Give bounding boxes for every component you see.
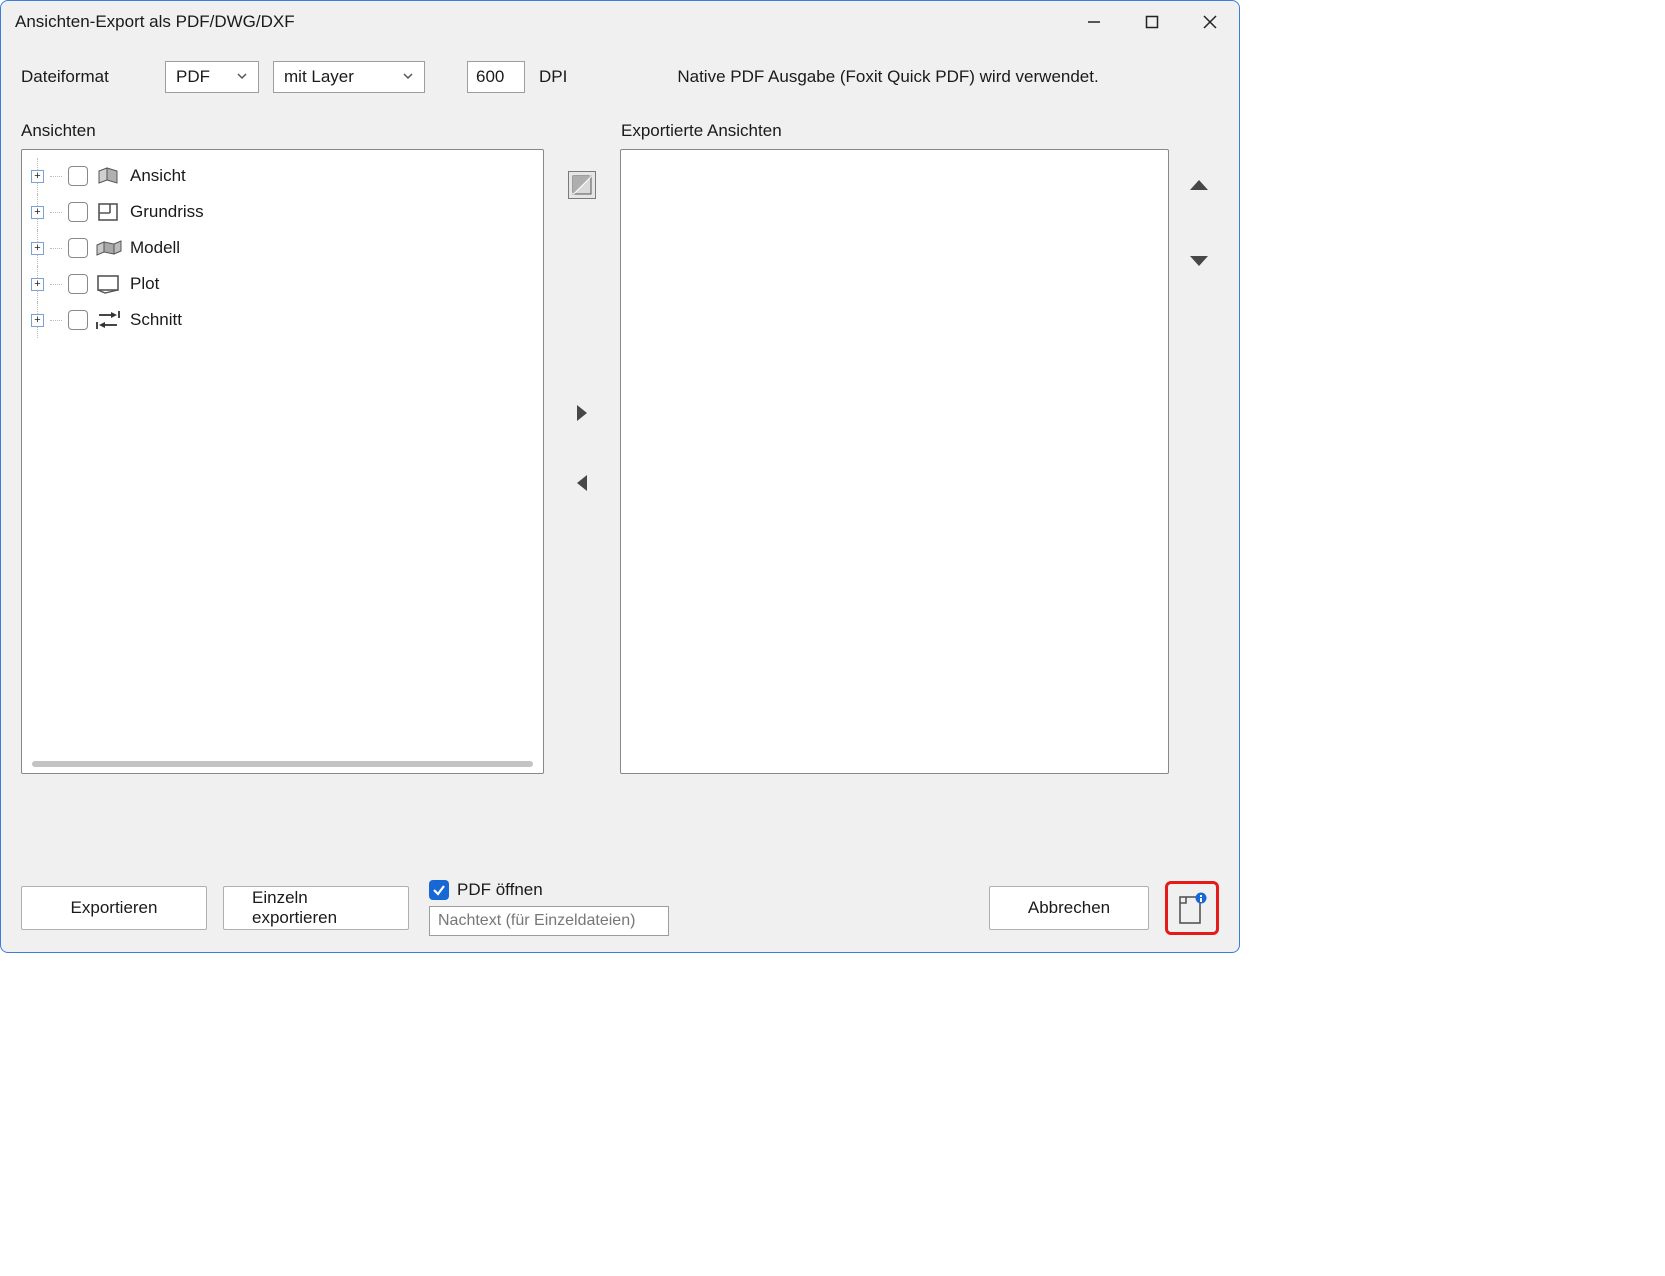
remove-from-export-button[interactable] — [568, 469, 596, 497]
model3d-icon — [94, 237, 124, 259]
layer-value: mit Layer — [284, 67, 354, 87]
dpi-label: DPI — [539, 67, 567, 87]
tree-checkbox[interactable] — [68, 166, 88, 186]
dpi-input[interactable]: 600 — [467, 61, 525, 93]
tree-node[interactable]: + Grundriss — [28, 194, 537, 230]
export-each-button-label: Einzeln exportieren — [252, 888, 380, 928]
views-tree[interactable]: + Ansicht + Grundriss + Modell + Plot + Schnitt — [21, 149, 544, 774]
reorder-column — [1179, 149, 1219, 774]
tree-checkbox[interactable] — [68, 202, 88, 222]
chevron-down-icon — [236, 67, 248, 87]
tree-node-label: Schnitt — [130, 310, 182, 330]
export-dialog: Ansichten-Export als PDF/DWG/DXF Dateifo… — [0, 0, 1240, 953]
file-format-label: Dateiformat — [21, 67, 151, 87]
tree-node[interactable]: + Plot — [28, 266, 537, 302]
expand-icon[interactable]: + — [31, 170, 44, 183]
exported-column — [620, 149, 1219, 774]
chevron-down-icon — [402, 67, 414, 87]
tree-node[interactable]: + Modell — [28, 230, 537, 266]
dpi-value: 600 — [476, 67, 504, 87]
expand-icon[interactable]: + — [31, 206, 44, 219]
tree-node[interactable]: + Schnitt — [28, 302, 537, 338]
options-button[interactable] — [568, 171, 596, 199]
views-header: Ansichten — [21, 121, 621, 141]
info-button[interactable] — [1172, 888, 1212, 928]
export-button[interactable]: Exportieren — [21, 886, 207, 930]
tree-checkbox[interactable] — [68, 238, 88, 258]
tree-node-label: Modell — [130, 238, 180, 258]
move-down-button[interactable] — [1185, 247, 1213, 275]
view3d-icon — [94, 165, 124, 187]
window-controls — [1065, 1, 1239, 43]
window-title: Ansichten-Export als PDF/DWG/DXF — [15, 12, 295, 32]
exported-views-header: Exportierte Ansichten — [621, 121, 1219, 141]
exported-views-list[interactable] — [620, 149, 1169, 774]
add-to-export-button[interactable] — [568, 399, 596, 427]
file-format-value: PDF — [176, 67, 210, 87]
open-pdf-row: PDF öffnen — [429, 880, 669, 900]
cancel-button-label: Abbrechen — [1028, 898, 1110, 918]
minimize-button[interactable] — [1065, 1, 1123, 43]
titlebar: Ansichten-Export als PDF/DWG/DXF — [1, 1, 1239, 43]
move-up-button[interactable] — [1185, 171, 1213, 199]
maximize-button[interactable] — [1123, 1, 1181, 43]
expand-icon[interactable]: + — [31, 314, 44, 327]
file-format-combo[interactable]: PDF — [165, 61, 259, 93]
tree-checkbox[interactable] — [68, 310, 88, 330]
suffix-input[interactable]: Nachtext (für Einzeldateien) — [429, 906, 669, 936]
export-button-label: Exportieren — [71, 898, 158, 918]
highlight-annotation — [1165, 881, 1219, 935]
dialog-footer: Exportieren Einzeln exportieren PDF öffn… — [1, 872, 1239, 952]
layer-combo[interactable]: mit Layer — [273, 61, 425, 93]
lists-area: + Ansicht + Grundriss + Modell + Plot + Schnitt — [21, 149, 1219, 872]
tree-checkbox[interactable] — [68, 274, 88, 294]
dialog-content: Dateiformat PDF mit Layer 600 DPI Native… — [1, 43, 1239, 872]
tree-node[interactable]: + Ansicht — [28, 158, 537, 194]
cancel-button[interactable]: Abbrechen — [989, 886, 1149, 930]
open-pdf-label: PDF öffnen — [457, 880, 543, 900]
export-each-button[interactable]: Einzeln exportieren — [223, 886, 409, 930]
format-row: Dateiformat PDF mit Layer 600 DPI Native… — [21, 53, 1219, 101]
horizontal-scrollbar[interactable] — [32, 761, 533, 767]
close-button[interactable] — [1181, 1, 1239, 43]
plan-icon — [94, 201, 124, 223]
transfer-column — [544, 149, 620, 872]
section-icon — [94, 309, 124, 331]
open-pdf-checkbox[interactable] — [429, 880, 449, 900]
pdf-engine-info: Native PDF Ausgabe (Foxit Quick PDF) wir… — [677, 67, 1098, 87]
list-headers: Ansichten Exportierte Ansichten — [21, 121, 1219, 141]
tree-node-label: Plot — [130, 274, 159, 294]
tree-node-label: Grundriss — [130, 202, 204, 222]
suffix-placeholder: Nachtext (für Einzeldateien) — [438, 912, 635, 930]
tree-node-label: Ansicht — [130, 166, 186, 186]
expand-icon[interactable]: + — [31, 278, 44, 291]
footer-options: PDF öffnen Nachtext (für Einzeldateien) — [429, 880, 669, 936]
plot-icon — [94, 273, 124, 295]
expand-icon[interactable]: + — [31, 242, 44, 255]
